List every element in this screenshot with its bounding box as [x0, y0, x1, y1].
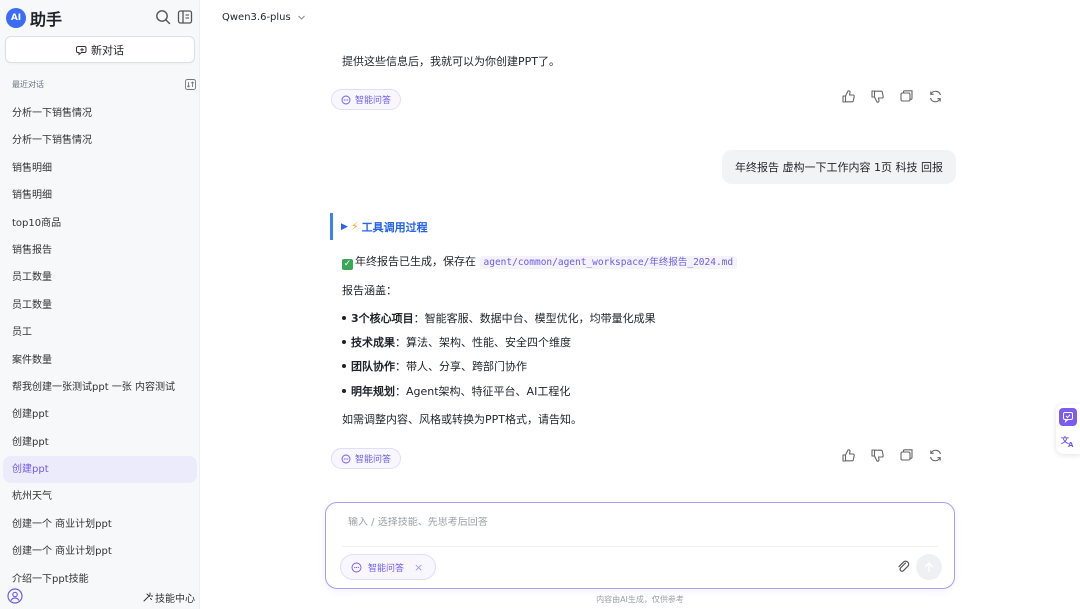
bullet-title: 技术成果 — [351, 336, 395, 349]
search-icon[interactable] — [155, 9, 171, 25]
sidebar-history-item[interactable]: 创建一个 商业计划ppt — [3, 538, 197, 565]
regenerate-icon[interactable] — [928, 89, 943, 104]
skill-center-label: 技能中心 — [155, 594, 195, 605]
recent-label: 最近对话 — [12, 80, 44, 89]
app-root: AI 助手 新对话 最近对话 分析一下销售情况 分析一下销售情况 销售明细 销售明细 t… — [0, 0, 1080, 609]
result-path: agent/common/agent_workspace/年终报告_2024.m… — [479, 256, 738, 269]
chat-bubble-icon — [351, 562, 362, 572]
model-name: Qwen3.6-plus — [222, 12, 291, 23]
sidebar-history-item[interactable]: 案件数量 — [3, 347, 197, 374]
sidebar-history-item[interactable]: 杭州天气 — [3, 483, 197, 510]
sidebar-history-item[interactable]: 销售报告 — [3, 237, 197, 264]
bullet-item: 明年规划：Agent架构、特征平台、AI工程化 — [342, 383, 570, 399]
sidebar-history-item[interactable]: 销售明细 — [3, 182, 197, 209]
covers-label: 报告涵盖： — [342, 284, 397, 297]
translate-icon: 文A — [1061, 435, 1074, 448]
input-divider — [342, 546, 938, 547]
result-line: ✓ 年终报告已生成，保存在 agent/common/agent_workspac… — [342, 253, 738, 270]
chat-bubble-icon — [341, 454, 351, 463]
bullet-text: ：Agent架构、特征平台、AI工程化 — [395, 385, 571, 398]
skill-center-link[interactable]: 技能中心 — [142, 590, 195, 605]
message-actions — [841, 448, 943, 463]
brand-title: 助手 — [30, 10, 63, 29]
selected-skill-tag[interactable]: 智能问答 × — [340, 554, 437, 580]
smart-qa-tag[interactable]: 智能问答 — [331, 89, 402, 110]
sidebar-history-item[interactable]: 创建一个 商业计划ppt — [3, 511, 197, 538]
user-avatar-icon[interactable] — [7, 588, 23, 604]
brand: AI 助手 — [6, 6, 62, 30]
assistant-message-text: 提供这些信息后，我就可以为你创建PPT了。 — [342, 55, 560, 68]
sidebar-footer: 技能中心 — [0, 585, 200, 609]
tag-label: 智能问答 — [355, 455, 392, 465]
ai-disclaimer: 内容由AI生成，仅供参考 — [596, 595, 684, 604]
message-actions — [841, 89, 943, 104]
chevron-down-icon — [297, 15, 305, 20]
sidebar-history-item[interactable]: 创建ppt — [3, 429, 197, 456]
smart-qa-tag[interactable]: 智能问答 — [331, 448, 402, 469]
bullet-item: 3个核心项目：智能客服、数据中台、模型优化，均带量化成果 — [342, 310, 656, 326]
translate-button[interactable]: 文A — [1059, 432, 1077, 450]
bullet-text: ：算法、架构、性能、安全四个维度 — [395, 336, 571, 349]
recent-header: 最近对话 — [12, 79, 196, 90]
sidebar-history-item[interactable]: 创建ppt — [3, 401, 197, 428]
sidebar: AI 助手 新对话 最近对话 分析一下销售情况 分析一下销售情况 销售明细 销售明细 t… — [0, 0, 200, 609]
result-prefix: 年终报告已生成，保存在 — [355, 255, 476, 268]
user-message-bubble: 年终报告 虚构一下工作内容 1页 科技 回报 — [722, 150, 956, 184]
sidebar-history-item[interactable]: 员工数量 — [3, 292, 197, 319]
chat-input[interactable] — [348, 517, 928, 528]
attachment-icon[interactable] — [896, 559, 912, 575]
logo-icon: AI — [6, 8, 26, 28]
sidebar-history-item[interactable]: 员工数量 — [3, 264, 197, 291]
sidebar-history-item[interactable]: 分析一下销售情况 — [3, 127, 197, 154]
thumbs-down-icon[interactable] — [870, 448, 885, 463]
sidebar-toolbar — [155, 9, 193, 25]
sidebar-history-item[interactable]: top10商品 — [3, 210, 197, 237]
bullet-item: 团队协作：带人、分享、跨部门协作 — [342, 358, 527, 374]
new-chat-button[interactable]: 新对话 — [5, 36, 195, 63]
expand-triangle-icon: ▶ — [341, 221, 348, 232]
new-chat-label: 新对话 — [91, 43, 124, 57]
bullet-title: 团队协作 — [351, 360, 395, 373]
sidebar-history-item[interactable]: 帮我创建一张测试ppt 一张 内容测试 — [3, 374, 197, 401]
feedback-icon — [1063, 412, 1073, 423]
new-chat-icon — [76, 45, 87, 56]
bullet-title: 明年规划 — [351, 385, 395, 398]
chat-bubble-icon — [341, 95, 351, 104]
tool-call-title: 工具调用过程 — [361, 220, 428, 234]
collapse-sidebar-icon[interactable] — [177, 9, 193, 25]
checkmark-icon: ✓ — [342, 259, 353, 270]
tool-call-toggle[interactable]: ▶ ⚡ 工具调用过程 — [330, 213, 428, 240]
tag-label: 智能问答 — [355, 96, 392, 106]
svg-text:A: A — [1068, 441, 1074, 448]
selected-skill-label: 智能问答 — [368, 563, 405, 574]
sort-icon[interactable] — [185, 79, 196, 90]
sidebar-history-item[interactable]: 员工 — [3, 319, 197, 346]
sidebar-history-item[interactable]: 创建ppt — [3, 456, 197, 484]
model-selector[interactable]: Qwen3.6-plus — [222, 12, 306, 23]
lightning-icon: ⚡ — [350, 220, 359, 233]
regenerate-icon[interactable] — [928, 448, 943, 463]
remove-tag-icon[interactable]: × — [414, 561, 423, 574]
chat-input-box: 智能问答 × — [325, 502, 955, 589]
arrow-up-icon — [924, 562, 934, 572]
feedback-button[interactable] — [1059, 408, 1077, 426]
bullet-item: 技术成果：算法、架构、性能、安全四个维度 — [342, 334, 571, 350]
sidebar-history-item[interactable]: 分析一下销售情况 — [3, 100, 197, 127]
copy-icon[interactable] — [899, 89, 914, 104]
thumbs-down-icon[interactable] — [870, 89, 885, 104]
bullet-text: ：带人、分享、跨部门协作 — [395, 360, 527, 373]
bullet-text: ：智能客服、数据中台、模型优化，均带量化成果 — [413, 312, 656, 325]
skill-icon — [143, 592, 153, 602]
thumbs-up-icon[interactable] — [841, 89, 856, 104]
send-button[interactable] — [916, 554, 942, 580]
floating-toolbar: 文A — [1056, 404, 1080, 454]
bullet-title: 3个核心项目 — [351, 312, 414, 325]
sidebar-history-item[interactable]: 销售明细 — [3, 155, 197, 182]
copy-icon[interactable] — [899, 448, 914, 463]
thumbs-up-icon[interactable] — [841, 448, 856, 463]
history-list: 分析一下销售情况 分析一下销售情况 销售明细 销售明细 top10商品 销售报告 员工数量员… — [3, 100, 197, 593]
closing-text: 如需调整内容、风格或转换为PPT格式，请告知。 — [342, 413, 582, 426]
